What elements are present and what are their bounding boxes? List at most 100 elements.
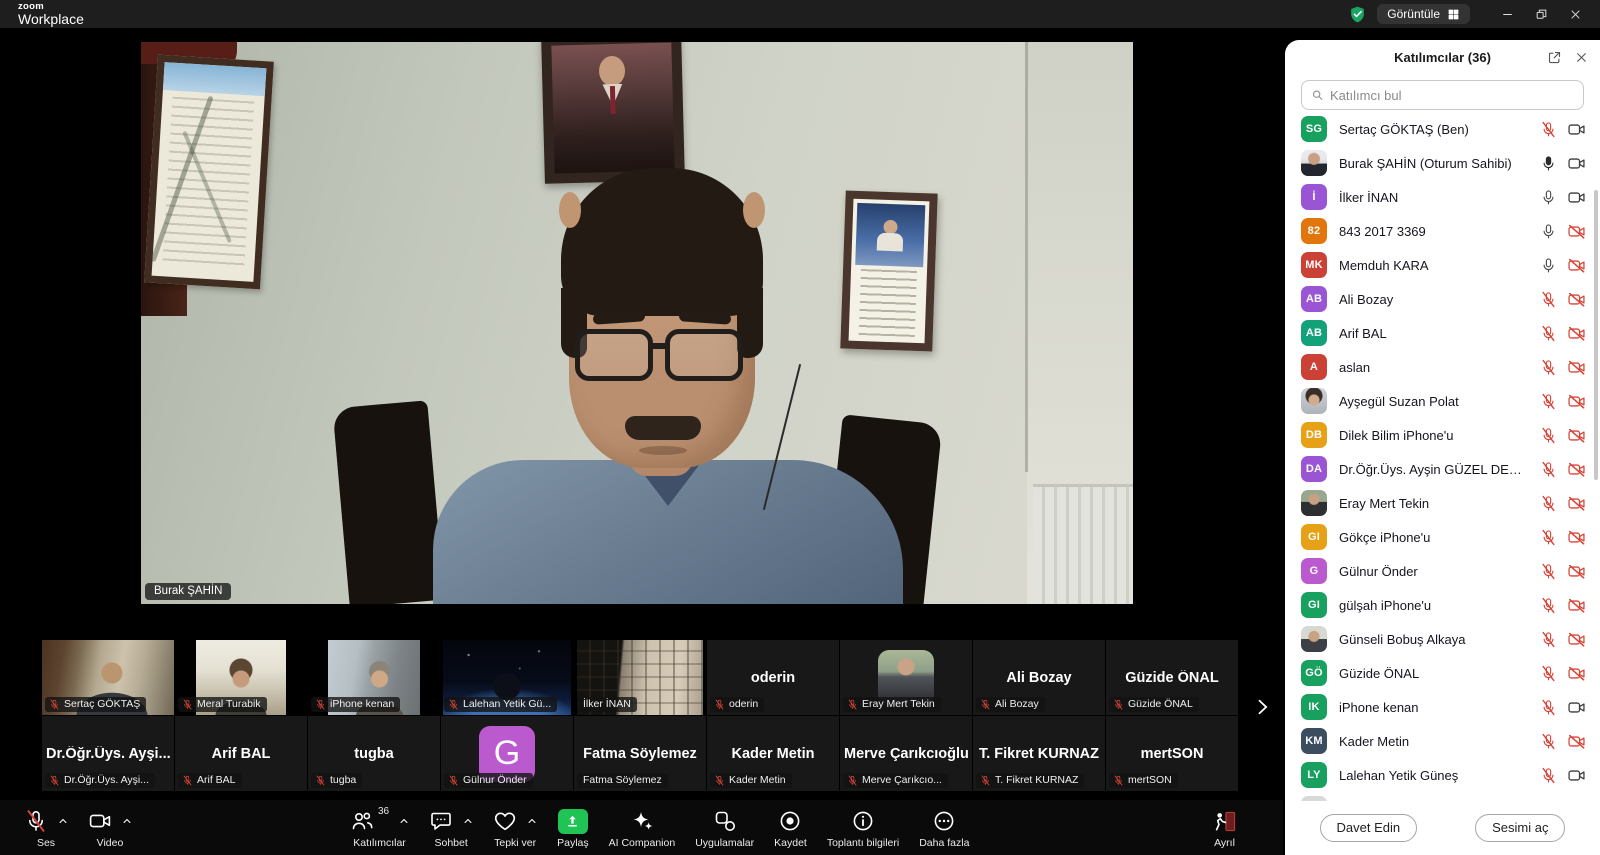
participant-mic-status[interactable] [1540,223,1557,240]
participant-camera-status[interactable] [1567,154,1586,173]
toolbar-video-button[interactable]: Video [78,800,142,855]
toolbar-participants-chevron[interactable] [399,816,409,826]
close-panel-button[interactable] [1575,51,1588,64]
participant-mic-status[interactable] [1540,121,1557,138]
participant-mic-status[interactable] [1540,393,1557,410]
participant-row[interactable]: Eray Mert Tekin [1285,486,1600,520]
filmstrip-tile[interactable]: Merve Çarıkcıoğlu Merve Çarıkcıo... [840,716,972,791]
participant-mic-status[interactable] [1540,631,1557,648]
participant-mic-status[interactable] [1540,291,1557,308]
participant-mic-status[interactable] [1540,359,1557,376]
participant-camera-status[interactable] [1567,222,1586,241]
participant-mic-status[interactable] [1540,529,1557,546]
participant-mic-status[interactable] [1540,461,1557,478]
participant-mic-status[interactable] [1540,699,1557,716]
participant-mic-status[interactable] [1540,767,1557,784]
filmstrip-tile[interactable]: tugba tugba [308,716,440,791]
participant-mic-status[interactable] [1540,665,1557,682]
participant-mic-status[interactable] [1540,189,1557,206]
filmstrip-tile[interactable]: Sertaç GÖKTAŞ [42,640,174,715]
view-button[interactable]: Görüntüle [1377,4,1470,24]
invite-button[interactable]: Davet Edin [1320,814,1418,842]
participant-row[interactable]: ABArif BAL [1285,316,1600,350]
participant-camera-status[interactable] [1567,664,1586,683]
participant-row[interactable]: Burak ŞAHİN (Oturum Sahibi) [1285,146,1600,180]
participant-row[interactable]: LYLalehan Yetik Güneş [1285,758,1600,792]
participant-mic-status[interactable] [1540,597,1557,614]
filmstrip-tile[interactable]: T. Fikret KURNAZ T. Fikret KURNAZ [973,716,1105,791]
popout-panel-button[interactable] [1547,50,1562,65]
filmstrip-tile[interactable]: mertSON mertSON [1106,716,1238,791]
toolbar-react-chevron[interactable] [527,816,537,826]
filmstrip-tile[interactable]: Eray Mert Tekin [840,640,972,715]
participant-row[interactable]: IKiPhone kenan [1285,690,1600,724]
participant-row[interactable]: Aaslan [1285,350,1600,384]
participant-camera-status[interactable] [1567,766,1586,785]
participant-camera-status[interactable] [1567,460,1586,479]
participant-camera-status[interactable] [1567,324,1586,343]
toolbar-react-button[interactable]: Tepki ver [483,800,547,855]
participant-mic-status[interactable] [1540,427,1557,444]
toolbar-record-button[interactable]: Kaydet [764,800,817,855]
participant-row[interactable]: SGSertaç GÖKTAŞ (Ben) [1285,112,1600,146]
participant-mic-status[interactable] [1540,155,1557,172]
restore-button[interactable] [1526,1,1556,27]
participant-row[interactable]: DBDilek Bilim iPhone'u [1285,418,1600,452]
participant-row[interactable]: KMKader Metin [1285,724,1600,758]
participant-row[interactable]: 82843 2017 3369 [1285,214,1600,248]
search-input[interactable] [1330,88,1574,103]
toolbar-chat-chevron[interactable] [463,816,473,826]
participant-camera-status[interactable] [1567,698,1586,717]
filmstrip-tile[interactable]: Lalehan Yetik Gü... [441,640,573,715]
close-window-button[interactable] [1560,1,1590,27]
participant-row[interactable]: GIgülşah iPhone'u [1285,588,1600,622]
unmute-button[interactable]: Sesimi aç [1475,814,1565,842]
participant-search[interactable] [1301,80,1584,110]
filmstrip-tile[interactable]: G Gülnur Önder [441,716,573,791]
scrollbar-thumb[interactable] [1594,190,1598,480]
participant-camera-status[interactable] [1567,528,1586,547]
filmstrip-tile[interactable]: Meral Turabik [175,640,307,715]
filmstrip-tile[interactable]: Güzide ÖNAL Güzide ÖNAL [1106,640,1238,715]
toolbar-video-chevron[interactable] [122,816,132,826]
participant-mic-status[interactable] [1540,325,1557,342]
participant-mic-status[interactable] [1540,495,1557,512]
toolbar-mic-chevron[interactable] [58,816,68,826]
participant-mic-status[interactable] [1540,733,1557,750]
participant-row[interactable]: GÖGüzide ÖNAL [1285,656,1600,690]
participant-camera-status[interactable] [1567,256,1586,275]
filmstrip-tile[interactable]: Kader Metin Kader Metin [707,716,839,791]
participant-row[interactable]: DADr.Öğr.Üys. Ayşin GÜZEL DEĞER-M... [1285,452,1600,486]
participant-row[interactable]: Ayşegül Suzan Polat [1285,384,1600,418]
participant-camera-status[interactable] [1567,494,1586,513]
toolbar-ai-button[interactable]: AI Companion [599,800,686,855]
toolbar-chat-button[interactable]: Sohbet [419,800,483,855]
participant-mic-status[interactable] [1540,563,1557,580]
participant-camera-status[interactable] [1567,426,1586,445]
participant-row[interactable]: Günseli Bobuş Alkaya [1285,622,1600,656]
participant-row[interactable]: İİlker İNAN [1285,180,1600,214]
toolbar-leave-button[interactable]: Ayrıl [1202,800,1247,855]
filmstrip-tile[interactable]: Ali Bozay Ali Bozay [973,640,1105,715]
participant-camera-status[interactable] [1567,596,1586,615]
participant-camera-status[interactable] [1567,120,1586,139]
participant-row[interactable]: GIGökçe iPhone'u [1285,520,1600,554]
minimize-button[interactable] [1492,1,1522,27]
toolbar-more-button[interactable]: Daha fazla [909,800,979,855]
filmstrip-tile[interactable]: iPhone kenan [308,640,440,715]
filmstrip-tile[interactable]: oderin oderin [707,640,839,715]
toolbar-participants-button[interactable]: 36Katılımcılar [340,800,419,855]
participant-camera-status[interactable] [1567,732,1586,751]
participant-camera-status[interactable] [1567,358,1586,377]
toolbar-apps-button[interactable]: Uygulamalar [685,800,764,855]
participant-camera-status[interactable] [1567,290,1586,309]
filmstrip-tile[interactable]: İlker İNAN [574,640,706,715]
toolbar-info-button[interactable]: Toplantı bilgileri [817,800,909,855]
filmstrip-next-button[interactable] [1249,692,1275,722]
participant-camera-status[interactable] [1567,392,1586,411]
participant-row[interactable]: MKMemduh KARA [1285,248,1600,282]
participant-camera-status[interactable] [1567,188,1586,207]
filmstrip-tile[interactable]: Arif BAL Arif BAL [175,716,307,791]
toolbar-share-button[interactable]: Paylaş [547,800,599,855]
filmstrip-tile[interactable]: Fatma SöylemezFatma Söylemez [574,716,706,791]
